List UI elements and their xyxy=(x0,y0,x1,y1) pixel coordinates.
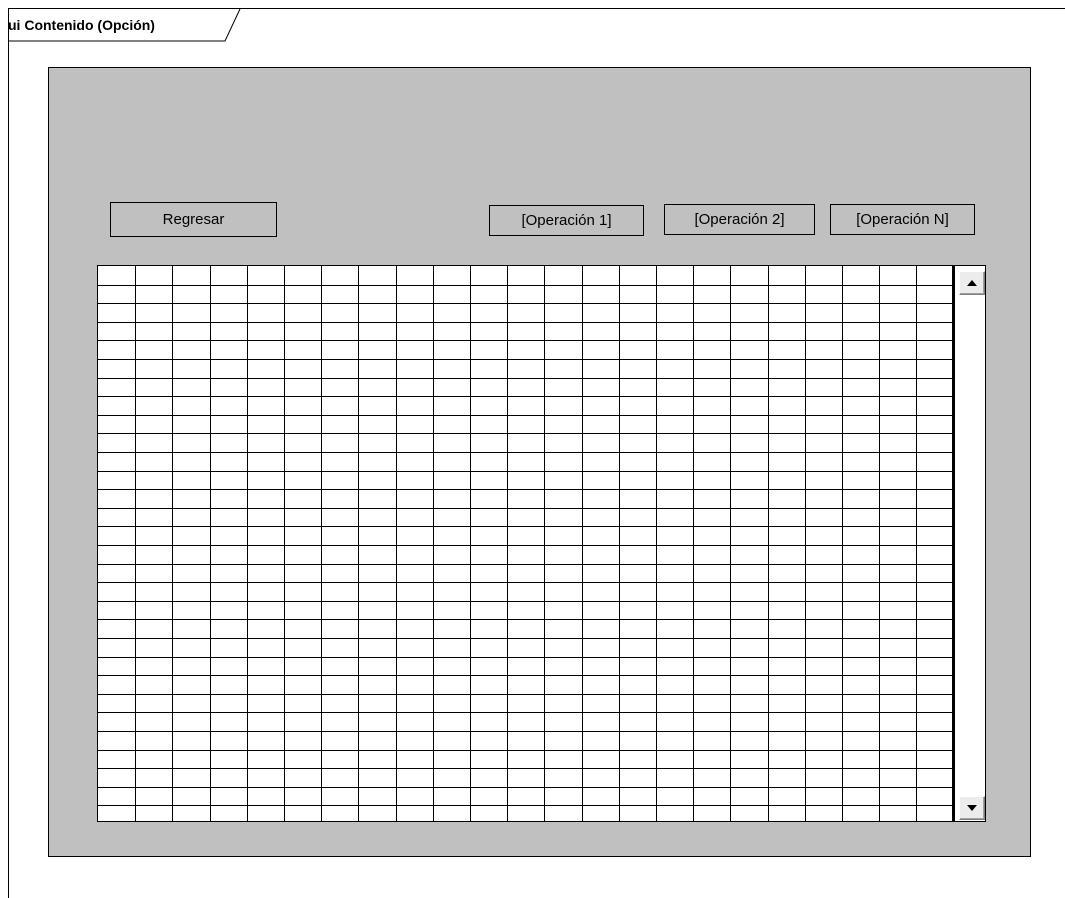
arrow-down-icon xyxy=(967,805,977,811)
operation-1-button[interactable]: [Operación 1] xyxy=(489,205,644,236)
scroll-up-button[interactable] xyxy=(959,271,985,295)
window-panel: Regresar [Operación 1] [Operación 2] [Op… xyxy=(48,67,1031,857)
operation-2-button[interactable]: [Operación 2] xyxy=(664,204,815,235)
data-grid[interactable] xyxy=(97,265,953,822)
back-button[interactable]: Regresar xyxy=(110,202,277,237)
frame-border-left xyxy=(8,8,9,898)
arrow-up-icon xyxy=(967,280,977,286)
vertical-scrollbar[interactable] xyxy=(953,265,986,822)
scroll-down-button[interactable] xyxy=(959,796,985,820)
operation-n-button[interactable]: [Operación N] xyxy=(830,204,975,235)
grid-lines xyxy=(98,266,952,821)
frame-title: ui Contenido (Opción) xyxy=(8,17,155,33)
